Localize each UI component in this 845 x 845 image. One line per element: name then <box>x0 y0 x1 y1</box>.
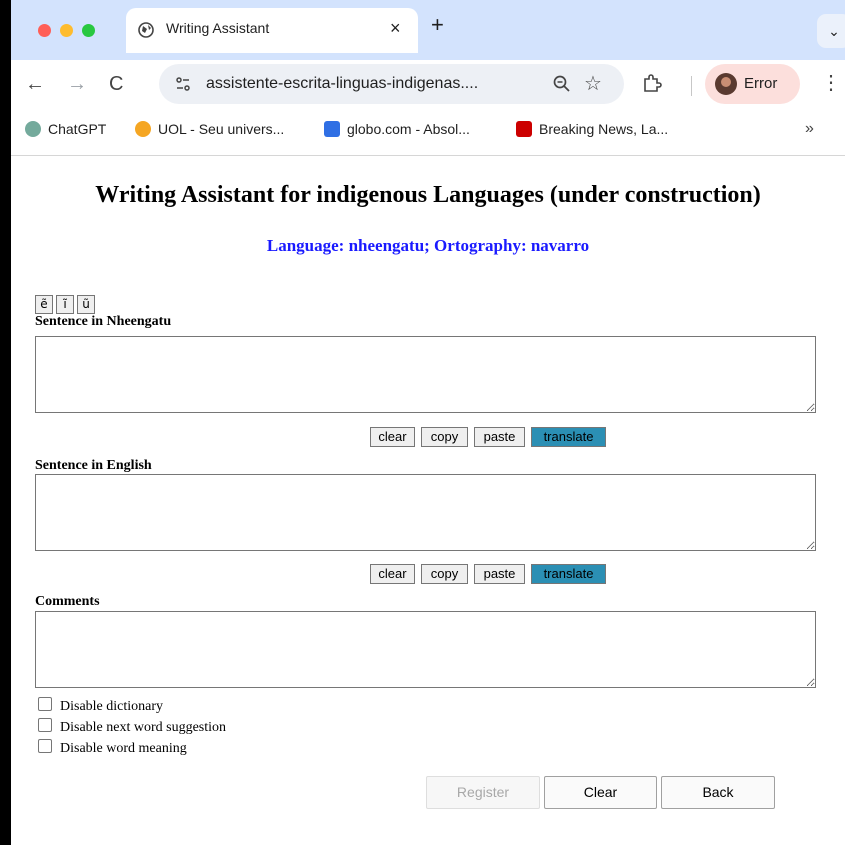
comments-input[interactable] <box>35 611 816 688</box>
browser-toolbar: ← → C assistente-escrita-linguas-indigen… <box>11 60 845 110</box>
register-button[interactable]: Register <box>426 776 540 809</box>
nheengatu-clear-button[interactable]: clear <box>370 427 415 447</box>
bookmark-chatgpt[interactable]: ChatGPT <box>25 121 106 141</box>
globe-icon <box>138 22 154 38</box>
insert-e-tilde-button[interactable]: ẽ <box>35 295 53 314</box>
back-page-button[interactable]: Back <box>661 776 775 809</box>
uol-icon <box>135 121 151 137</box>
site-info-icon[interactable] <box>173 74 193 94</box>
insert-i-tilde-button[interactable]: ĩ <box>56 295 74 314</box>
disable-dictionary-checkbox[interactable] <box>38 697 52 711</box>
english-label: Sentence in English <box>35 458 152 473</box>
english-input[interactable] <box>35 474 816 551</box>
address-bar[interactable]: assistente-escrita-linguas-indigenas....… <box>159 64 624 104</box>
nheengatu-paste-button[interactable]: paste <box>474 427 525 447</box>
tab-strip: Writing Assistant × + ⌄ <box>11 0 845 60</box>
bookmarks-bar: ChatGPT UOL - Seu univers... globo.com -… <box>11 110 845 156</box>
profile-label: Error <box>744 75 778 92</box>
back-button[interactable]: ← <box>25 70 45 98</box>
avatar <box>715 73 737 95</box>
profile-button[interactable]: Error <box>705 64 800 104</box>
page-title: Writing Assistant for indigenous Languag… <box>95 182 761 208</box>
bookmark-cnn[interactable]: Breaking News, La... <box>516 121 668 141</box>
maximize-window-button[interactable] <box>82 24 95 37</box>
url-text[interactable]: assistente-escrita-linguas-indigenas.... <box>206 75 478 93</box>
new-tab-button[interactable]: + <box>431 14 444 36</box>
english-copy-button[interactable]: copy <box>421 564 468 584</box>
disable-word-meaning-option[interactable]: Disable word meaning <box>38 739 187 757</box>
disable-word-meaning-checkbox[interactable] <box>38 739 52 753</box>
nheengatu-input[interactable] <box>35 336 816 413</box>
bookmark-uol[interactable]: UOL - Seu univers... <box>135 121 284 141</box>
insert-u-tilde-button[interactable]: ũ <box>77 295 95 314</box>
page-content: Writing Assistant for indigenous Languag… <box>11 156 845 845</box>
minimize-window-button[interactable] <box>60 24 73 37</box>
tab-search-button[interactable]: ⌄ <box>817 14 845 48</box>
browser-chrome: Writing Assistant × + ⌄ ← → C assistente… <box>11 0 845 156</box>
tab-title: Writing Assistant <box>166 20 270 36</box>
extensions-icon[interactable] <box>641 72 663 94</box>
disable-dictionary-option[interactable]: Disable dictionary <box>38 697 163 715</box>
close-tab-icon[interactable]: × <box>390 18 401 39</box>
close-window-button[interactable] <box>38 24 51 37</box>
cnn-icon <box>516 121 532 137</box>
english-translate-button[interactable]: translate <box>531 564 606 584</box>
bookmark-star-icon[interactable]: ☆ <box>584 71 602 96</box>
chatgpt-icon <box>25 121 41 137</box>
toolbar-divider <box>691 76 692 96</box>
tab-writing-assistant[interactable]: Writing Assistant × <box>126 8 418 53</box>
english-clear-button[interactable]: clear <box>370 564 415 584</box>
nheengatu-copy-button[interactable]: copy <box>421 427 468 447</box>
globo-icon <box>324 121 340 137</box>
english-paste-button[interactable]: paste <box>474 564 525 584</box>
reload-button[interactable]: C <box>109 70 123 98</box>
language-subtitle: Language: nheengatu; Ortography: navarro <box>266 236 590 255</box>
clear-all-button[interactable]: Clear <box>544 776 657 809</box>
nheengatu-translate-button[interactable]: translate <box>531 427 606 447</box>
window-edge <box>0 0 11 845</box>
comments-label: Comments <box>35 594 100 609</box>
forward-button[interactable]: → <box>67 70 87 98</box>
browser-menu-button[interactable]: ⋮ <box>821 70 841 95</box>
zoom-icon[interactable] <box>552 74 572 94</box>
bookmark-globo[interactable]: globo.com - Absol... <box>324 121 470 141</box>
disable-next-word-checkbox[interactable] <box>38 718 52 732</box>
disable-next-word-option[interactable]: Disable next word suggestion <box>38 718 226 736</box>
more-bookmarks-button[interactable]: » <box>805 120 814 138</box>
nheengatu-label: Sentence in Nheengatu <box>35 314 172 329</box>
